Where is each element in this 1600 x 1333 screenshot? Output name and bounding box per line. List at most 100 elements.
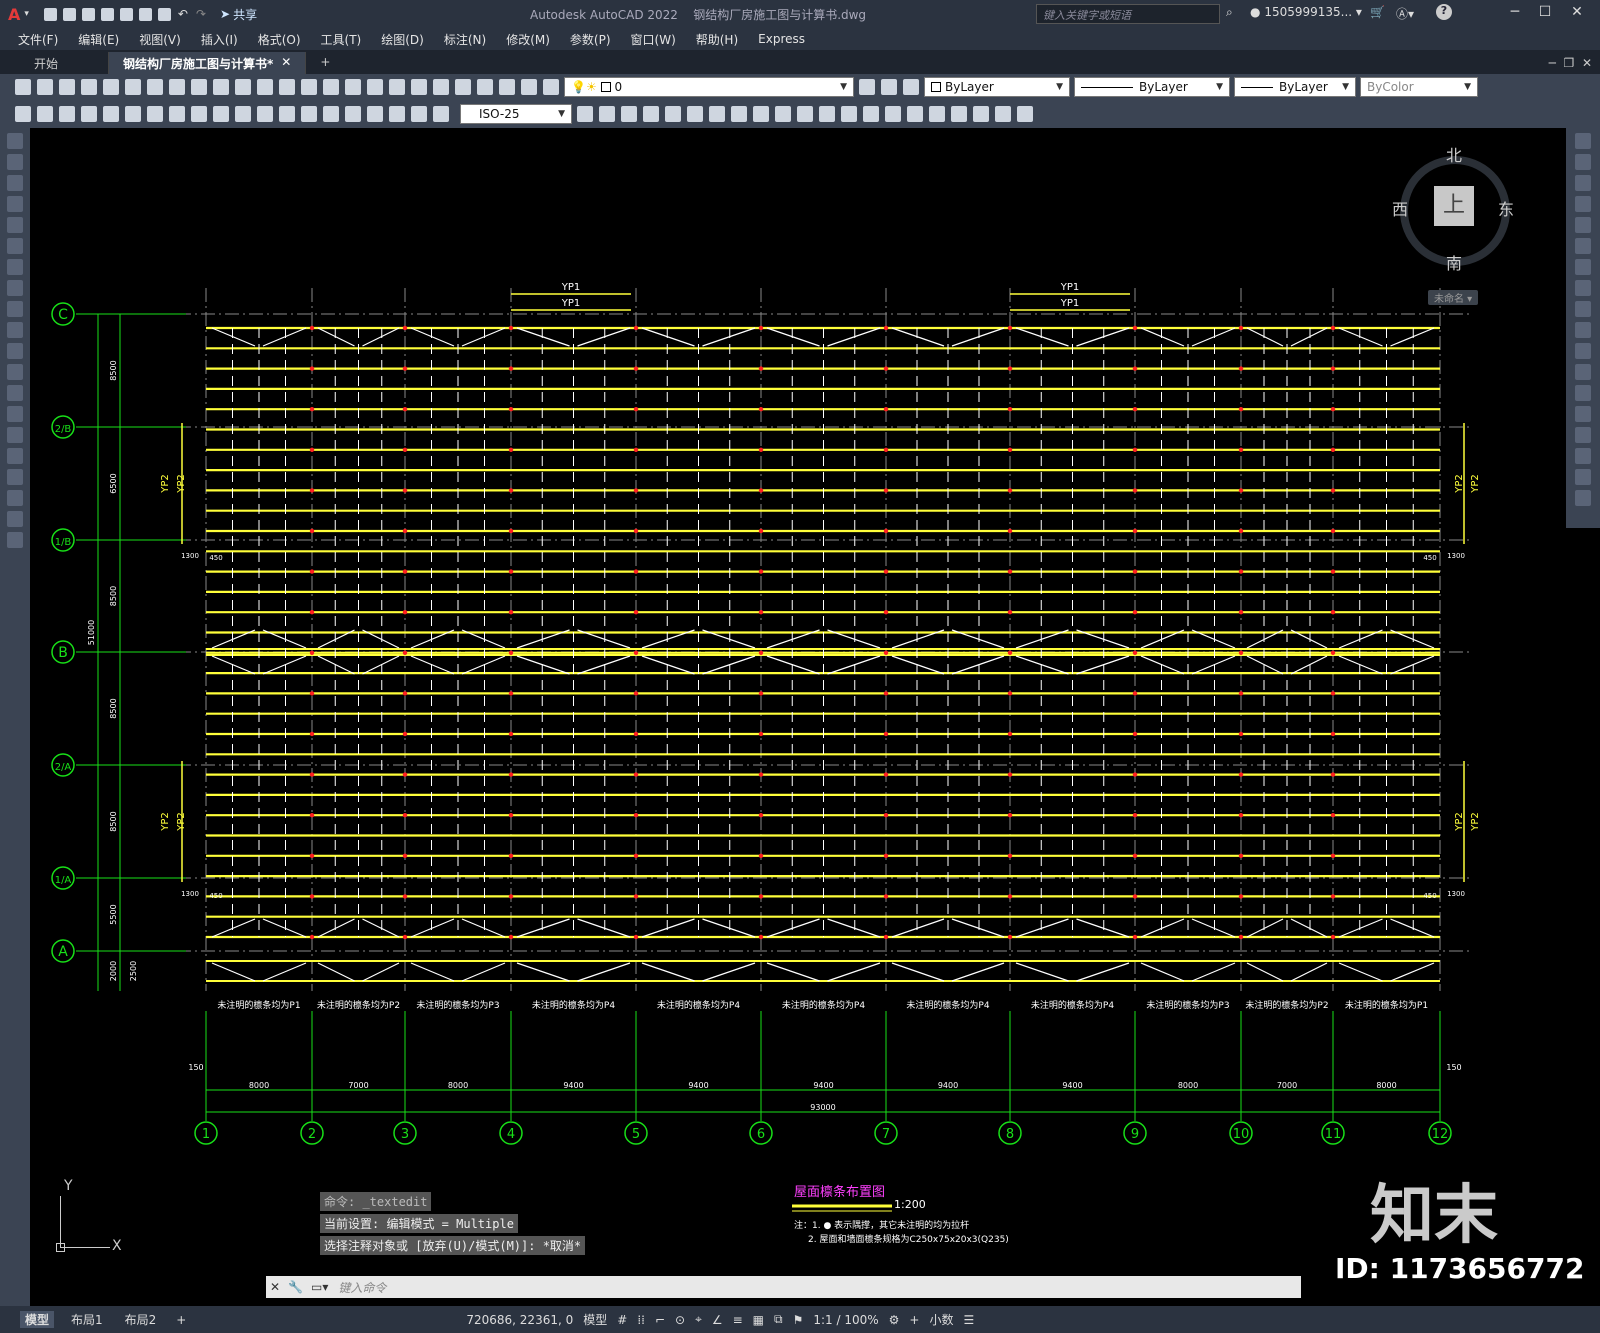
layer-state-icon[interactable] [903,79,919,95]
doc-restore-icon[interactable]: ❐ [1564,56,1575,70]
menu-item[interactable]: 格式(O) [248,31,311,48]
layer-previous-icon[interactable] [881,79,897,95]
trim-icon[interactable] [1575,322,1591,338]
undo-icon-2[interactable] [257,79,273,95]
dim-break-icon[interactable] [279,106,295,122]
calculator-icon[interactable] [499,79,515,95]
view-back-icon[interactable] [709,106,725,122]
zoom-realtime-icon[interactable] [323,79,339,95]
redo-icon[interactable]: ↷ [196,7,206,21]
open-file-icon[interactable] [62,7,76,21]
lineweight-dropdown[interactable]: ByLayer ▼ [1234,77,1356,97]
zoom-window-icon[interactable] [345,79,361,95]
plot-icon[interactable] [157,7,171,21]
dim-ordinate-icon[interactable] [81,106,97,122]
search-box[interactable]: 键入关键字或短语 [1036,4,1220,24]
qnew-icon[interactable] [15,79,31,95]
annotation-icon[interactable]: ⚑ [788,1313,809,1327]
doc-minimize-icon[interactable]: ─ [1549,56,1556,70]
tab-document[interactable]: 钢结构厂房施工图与计算书* ✕ [109,52,307,74]
dim-linear-icon[interactable] [15,106,31,122]
blend-icon[interactable] [1575,469,1591,485]
units-readout[interactable]: 小数 [924,1311,958,1328]
cart-icon[interactable]: 🛒 [1370,5,1385,19]
drawing-canvas[interactable]: C 2/B 1/B B 2/A 1/A A 1 2 3 4 5 6 7 8 9 10 11 12 YP2 YP2 1300… [30,128,1584,1308]
inspection-icon[interactable] [345,106,361,122]
otrack-icon[interactable]: ∠ [707,1313,728,1327]
menu-item[interactable]: 修改(M) [496,31,560,48]
realistic-icon[interactable] [885,106,901,122]
ucs-world-icon[interactable] [951,106,967,122]
customize-status-icon[interactable]: ☰ [959,1313,980,1327]
osnap-icon[interactable]: ⌖ [690,1312,707,1327]
paste-icon[interactable] [213,79,229,95]
conceptual-icon[interactable] [907,106,923,122]
gradient-icon[interactable] [7,448,23,464]
close-cmd-icon[interactable]: ✕ [266,1280,284,1294]
viewcube-east[interactable]: 东 [1498,196,1514,220]
menu-item[interactable]: 绘图(D) [371,31,434,48]
dim-space-icon[interactable] [257,106,273,122]
view-bottom-icon[interactable] [621,106,637,122]
tab-start[interactable]: 开始 [0,52,110,74]
customize-cmd-icon[interactable]: 🔧 [284,1280,307,1294]
arc-icon[interactable] [7,238,23,254]
extend-icon[interactable] [1575,343,1591,359]
camera-icon[interactable] [819,106,835,122]
dim-radius-icon[interactable] [103,106,119,122]
dim-style-icon[interactable] [577,106,593,122]
spline-icon[interactable] [7,301,23,317]
copy-icon[interactable] [191,79,207,95]
properties-icon[interactable] [389,79,405,95]
dim-baseline-icon[interactable] [213,106,229,122]
view-right-icon[interactable] [665,106,681,122]
ucs-previous-icon[interactable] [973,106,989,122]
save-as-icon[interactable] [100,7,114,21]
dimstyle-dropdown[interactable]: ISO-25 ▼ [460,104,572,124]
make-block-icon[interactable] [7,385,23,401]
plus-icon[interactable]: + [904,1313,924,1327]
rectangle-icon[interactable] [7,217,23,233]
viewcube-north[interactable]: 北 [1446,142,1462,166]
match-prop-icon[interactable] [235,79,251,95]
restore-icon[interactable]: ☐ [1530,4,1560,20]
save-icon[interactable] [81,7,95,21]
ne-iso-icon[interactable] [775,106,791,122]
model-space-toggle[interactable]: 模型 [578,1311,612,1328]
dim-aligned-icon[interactable] [37,106,53,122]
array-icon[interactable] [1575,217,1591,233]
view-left-icon[interactable] [643,106,659,122]
layout-tab-1[interactable]: 布局1 [66,1311,108,1328]
dim-edit-icon[interactable] [389,106,405,122]
menu-item[interactable]: 编辑(E) [68,31,129,48]
cut-icon[interactable] [169,79,185,95]
view-top-icon[interactable] [599,106,615,122]
transparency-icon[interactable]: ▦ [748,1313,769,1327]
new-file-icon[interactable] [43,7,57,21]
ucs-menu[interactable]: 未命名 ▾ [1428,290,1479,305]
publish-icon[interactable] [125,79,141,95]
ucs-object-icon[interactable] [1017,106,1033,122]
open-from-web-icon[interactable] [119,7,133,21]
nw-iso-icon[interactable] [797,106,813,122]
dim-continue-icon[interactable] [235,106,251,122]
polygon-icon[interactable] [7,196,23,212]
3d-dwf-icon[interactable] [147,79,163,95]
menu-item[interactable]: 窗口(W) [621,31,686,48]
sheet-set-icon[interactable] [455,79,471,95]
recent-cmd-icon[interactable]: ▭▾ [307,1280,332,1294]
fillet-icon[interactable] [1575,448,1591,464]
doc-close-icon[interactable]: ✕ [1582,56,1592,70]
annotation-scale[interactable]: 1:1 / 100% [808,1313,883,1327]
center-mark-icon[interactable] [323,106,339,122]
ucs-face-icon[interactable] [995,106,1011,122]
help-icon[interactable]: ? [1436,4,1452,20]
view-front-icon[interactable] [687,106,703,122]
dim-diameter-icon[interactable] [147,106,163,122]
jogged-linear-icon[interactable] [367,106,383,122]
plotstyle-dropdown[interactable]: ByColor ▼ [1360,77,1478,97]
tolerance-icon[interactable] [301,106,317,122]
user-account[interactable]: ● 1505999135... ▾ [1250,5,1362,19]
dim-angular-icon[interactable] [169,106,185,122]
chamfer-icon[interactable] [1575,427,1591,443]
